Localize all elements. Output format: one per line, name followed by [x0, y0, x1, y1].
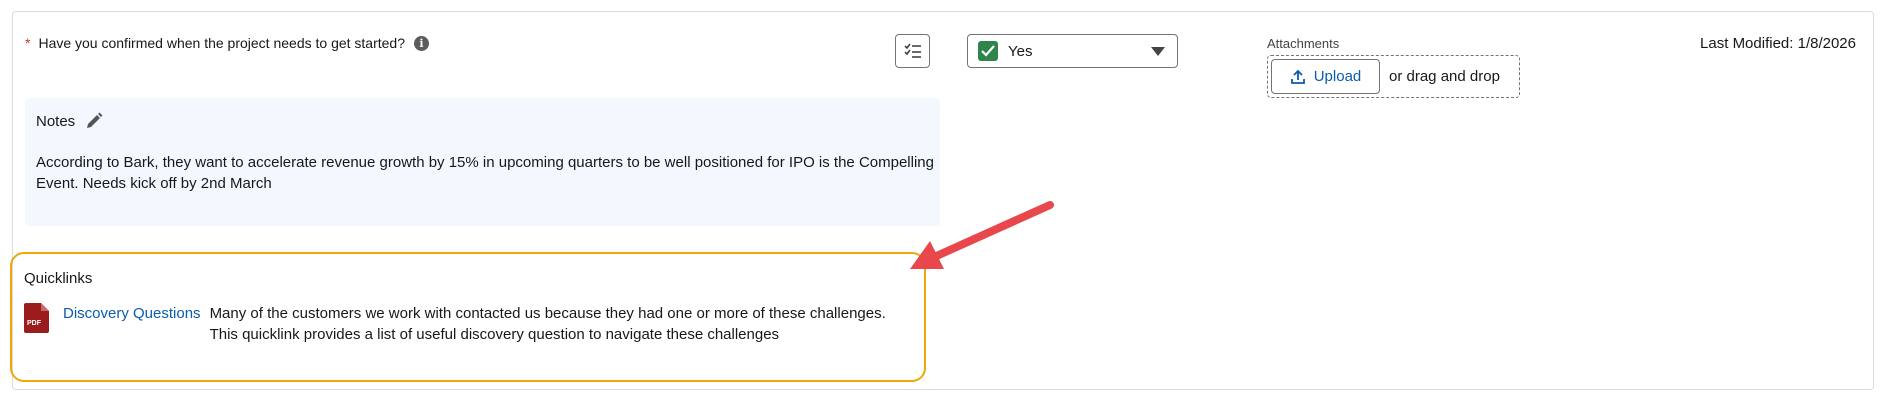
required-marker: *	[25, 35, 31, 51]
question-label: * Have you confirmed when the project ne…	[25, 35, 430, 51]
upload-button-label: Upload	[1313, 68, 1362, 85]
quicklink-description: Many of the customers we work with conta…	[209, 305, 886, 343]
pdf-icon-label: PDF	[27, 320, 42, 327]
notes-panel: Notes According to Bark, they want to ac…	[25, 98, 940, 226]
chevron-down-icon	[1151, 46, 1165, 56]
quicklinks-title: Quicklinks	[24, 270, 93, 287]
info-icon[interactable]: i	[414, 35, 430, 51]
upload-button[interactable]: Upload	[1271, 59, 1380, 94]
checklist-button[interactable]	[895, 34, 930, 68]
last-modified-text: Last Modified: 1/8/2026	[1700, 35, 1856, 52]
discovery-questions-link[interactable]: Discovery Questions	[63, 305, 201, 322]
status-select[interactable]: Yes	[967, 34, 1178, 68]
checkmark-icon	[978, 41, 998, 61]
upload-icon	[1290, 69, 1305, 84]
drag-drop-text: or drag and drop	[1389, 68, 1500, 85]
notes-header: Notes	[36, 112, 929, 130]
pdf-icon: PDF	[24, 303, 49, 333]
attachments-dropzone[interactable]: Upload or drag and drop	[1267, 55, 1520, 98]
notes-body: According to Bark, they want to accelera…	[36, 154, 934, 192]
attachments-label: Attachments	[1267, 36, 1340, 51]
pencil-icon[interactable]	[85, 112, 103, 130]
annotation-arrow	[910, 201, 1054, 269]
quicklink-item: PDF Discovery Questions Many of the cust…	[24, 303, 912, 345]
question-text: Have you confirmed when the project need…	[38, 35, 406, 51]
status-select-value: Yes	[1008, 42, 1033, 60]
quicklinks-panel: Quicklinks PDF Discovery Questions Many …	[10, 252, 926, 382]
notes-heading: Notes	[36, 112, 76, 130]
checklist-icon	[903, 43, 921, 58]
